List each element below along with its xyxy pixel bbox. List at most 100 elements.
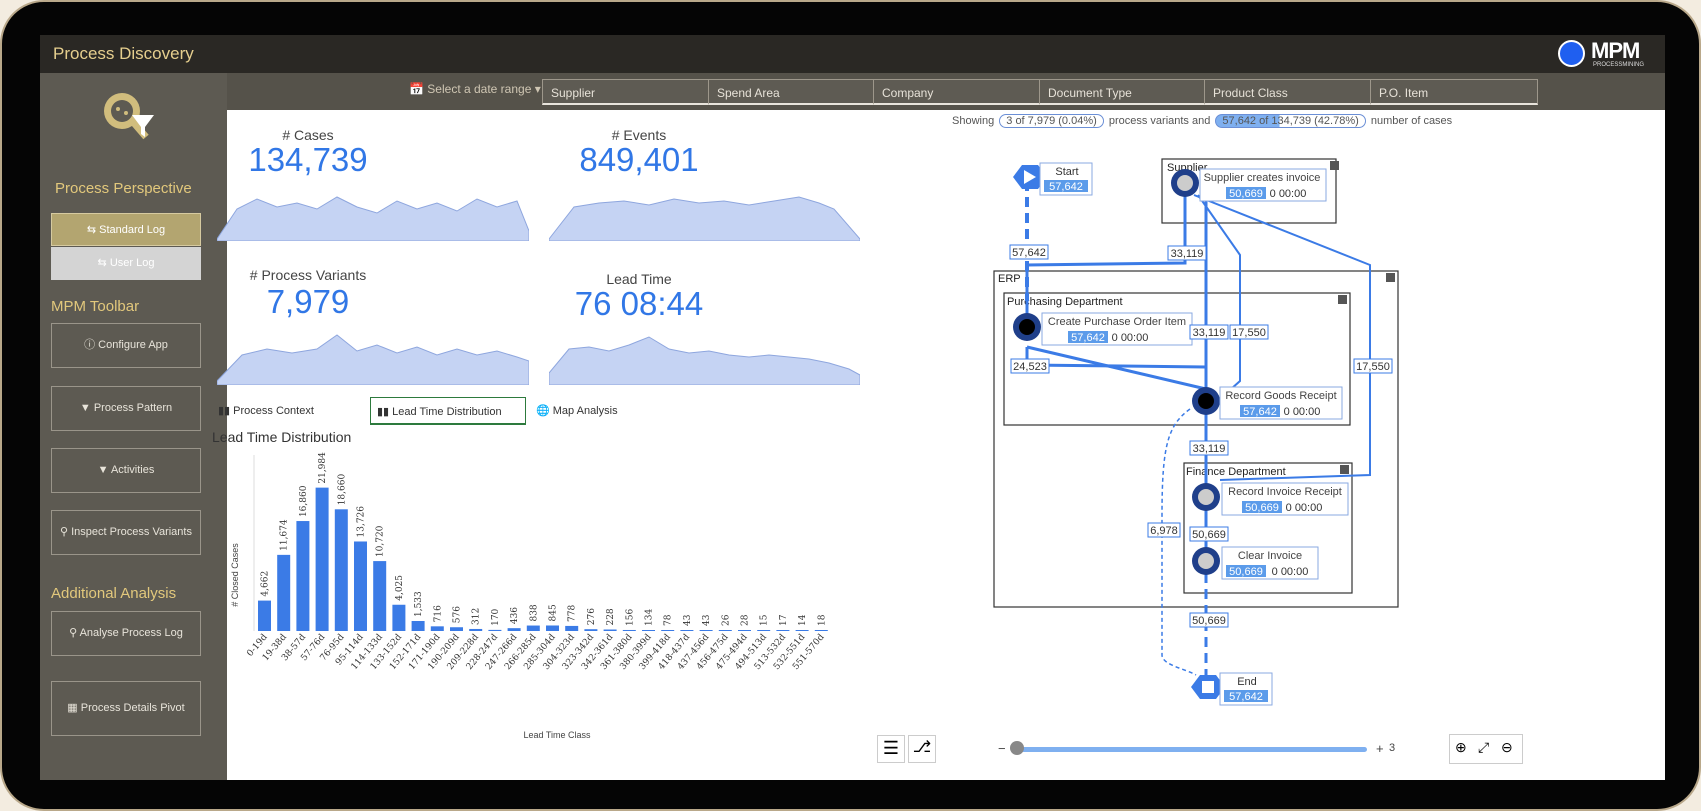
bar[interactable] (469, 628, 483, 631)
collapse-icon[interactable] (1386, 273, 1395, 282)
x-axis-label: Lead Time Class (523, 730, 591, 740)
search-icon: ⚲ (69, 627, 80, 639)
process-map[interactable]: Supplier ERP Purchasing Department Finan… (940, 135, 1550, 715)
bar[interactable] (661, 630, 675, 631)
bar[interactable] (277, 554, 291, 631)
logo-text: MPM (1591, 38, 1640, 63)
user-log-button[interactable]: ⇆ User Log (51, 247, 201, 280)
filter-product-class[interactable]: Product Class (1204, 79, 1372, 105)
inspect-variants-button[interactable]: ⚲ Inspect Process Variants (51, 510, 201, 555)
edge-po-to-goods-2[interactable] (1025, 347, 1207, 369)
edge-label: 57,642 (1012, 247, 1046, 259)
edge-label: 50,669 (1192, 615, 1226, 627)
tab-process-context-label: Process Context (233, 405, 314, 417)
leadtime-value: 76 08:44 (574, 285, 704, 322)
branch-view-button[interactable]: ⎇ (908, 735, 936, 763)
standard-log-button[interactable]: ⇆ Standard Log (51, 213, 201, 246)
tab-lead-time-distribution[interactable]: ▮▮ Lead Time Distribution (370, 397, 526, 425)
fit-screen-icon[interactable]: ⤢ (1478, 739, 1489, 756)
bar[interactable] (738, 630, 751, 631)
variant-slider-handle[interactable] (1010, 741, 1024, 755)
bar[interactable] (411, 621, 425, 631)
slider-plus[interactable]: + (1376, 741, 1384, 756)
collapse-icon[interactable] (1338, 295, 1347, 304)
device-frame: Process Discovery MPM PROCESSMINING 📅 Se… (0, 0, 1701, 811)
bar-value-label: 156 (625, 609, 635, 626)
chart-title: Lead Time Distribution (212, 429, 352, 445)
list-view-button[interactable]: ☰ (877, 735, 905, 763)
bar[interactable] (488, 629, 502, 631)
details-pivot-button[interactable]: ▦ Process Details Pivot (51, 681, 201, 736)
filter-bar: 📅 Select a date range ▾ Supplier Spend A… (227, 73, 1665, 110)
process-pattern-button[interactable]: ▼ Process Pattern (51, 386, 201, 431)
filter-document-type[interactable]: Document Type (1039, 79, 1207, 105)
bar[interactable] (814, 630, 828, 631)
bar[interactable] (315, 487, 329, 631)
bar[interactable] (334, 509, 348, 631)
tab-process-context[interactable]: ▮▮ Process Context (212, 397, 362, 425)
bar-value-label: 10,720 (376, 525, 386, 557)
bar[interactable] (258, 600, 271, 631)
lead-time-bar-chart: # Closed Cases Lead Time Class 4,6620-19… (230, 452, 828, 740)
bar[interactable] (430, 626, 444, 631)
bar[interactable] (757, 630, 771, 631)
process-perspective-heading: Process Perspective (55, 180, 192, 197)
slider-minus[interactable]: − (998, 741, 1006, 756)
bar[interactable] (296, 521, 310, 631)
bar[interactable] (776, 630, 790, 631)
collapse-icon[interactable] (1340, 465, 1349, 474)
swap-icon: ⇆ (86, 224, 100, 236)
bar-value-label: 18,660 (337, 474, 347, 506)
bar[interactable] (354, 541, 367, 631)
showing-summary: Showing 3 of 7,979 (0.04%) process varia… (952, 114, 1452, 128)
bar[interactable] (718, 630, 732, 631)
filter-supplier[interactable]: Supplier (542, 79, 710, 105)
zoom-out-icon[interactable]: ⊖ (1501, 739, 1513, 756)
filter-po-item[interactable]: P.O. Item (1370, 79, 1538, 105)
filter-spend-area[interactable]: Spend Area (708, 79, 876, 105)
activity-create-po[interactable]: Create Purchase Order Item 57,642 0 00:0… (1013, 312, 1193, 346)
collapse-icon[interactable] (1330, 161, 1339, 170)
activity-goods-receipt[interactable]: Record Goods Receipt 57,642 0 00:00 (1192, 386, 1343, 420)
branch-icon: ⎇ (912, 739, 932, 756)
bar[interactable] (603, 629, 617, 631)
activities-button[interactable]: ▼ Activities (51, 448, 201, 493)
variant-slider-track[interactable] (1015, 747, 1367, 752)
showing-prefix: Showing (952, 115, 995, 127)
bar[interactable] (450, 627, 463, 631)
bar[interactable] (392, 604, 406, 631)
bar[interactable] (526, 625, 540, 631)
filter-company[interactable]: Company (873, 79, 1041, 105)
activity-goods-receipt-name: Record Goods Receipt (1225, 390, 1336, 402)
bar[interactable] (565, 625, 579, 631)
bar[interactable] (642, 630, 655, 631)
details-pivot-label: Process Details Pivot (80, 702, 185, 714)
zoom-in-icon[interactable]: ⊕ (1455, 739, 1467, 756)
date-range-picker[interactable]: 📅 Select a date range ▾ (409, 82, 541, 96)
activity-clear-invoice-name: Clear Invoice (1238, 550, 1302, 562)
bar[interactable] (373, 561, 387, 631)
swap-icon: ⇆ (97, 257, 110, 269)
bar-value-label: 170 (491, 608, 501, 625)
bar-value-label: 134 (645, 609, 655, 626)
mpm-toolbar-heading: MPM Toolbar (51, 298, 140, 315)
start-count: 57,642 (1049, 181, 1083, 193)
bar[interactable] (584, 629, 598, 631)
date-range-label: Select a date range (427, 82, 532, 96)
bar[interactable] (546, 625, 559, 631)
activity-invoice-receipt[interactable]: Record Invoice Receipt 50,669 0 00:00 (1192, 482, 1349, 516)
bar-value-label: 17 (779, 614, 789, 626)
events-sparkline (549, 196, 860, 241)
configure-app-button[interactable]: ⓘ Configure App (51, 323, 201, 368)
bar-value-label: 18 (817, 614, 827, 626)
tab-map-analysis[interactable]: 🌐 Map Analysis (530, 397, 650, 425)
bar-value-label: 11,674 (280, 519, 290, 551)
bar[interactable] (622, 629, 636, 631)
bar[interactable] (699, 630, 713, 631)
analyse-log-button[interactable]: ⚲ Analyse Process Log (51, 611, 201, 656)
activity-clear-invoice[interactable]: Clear Invoice 50,669 0 00:00 (1192, 546, 1319, 580)
bar[interactable] (680, 630, 694, 631)
bar[interactable] (507, 628, 521, 631)
bar[interactable] (795, 630, 809, 631)
stop-icon (1202, 681, 1214, 693)
